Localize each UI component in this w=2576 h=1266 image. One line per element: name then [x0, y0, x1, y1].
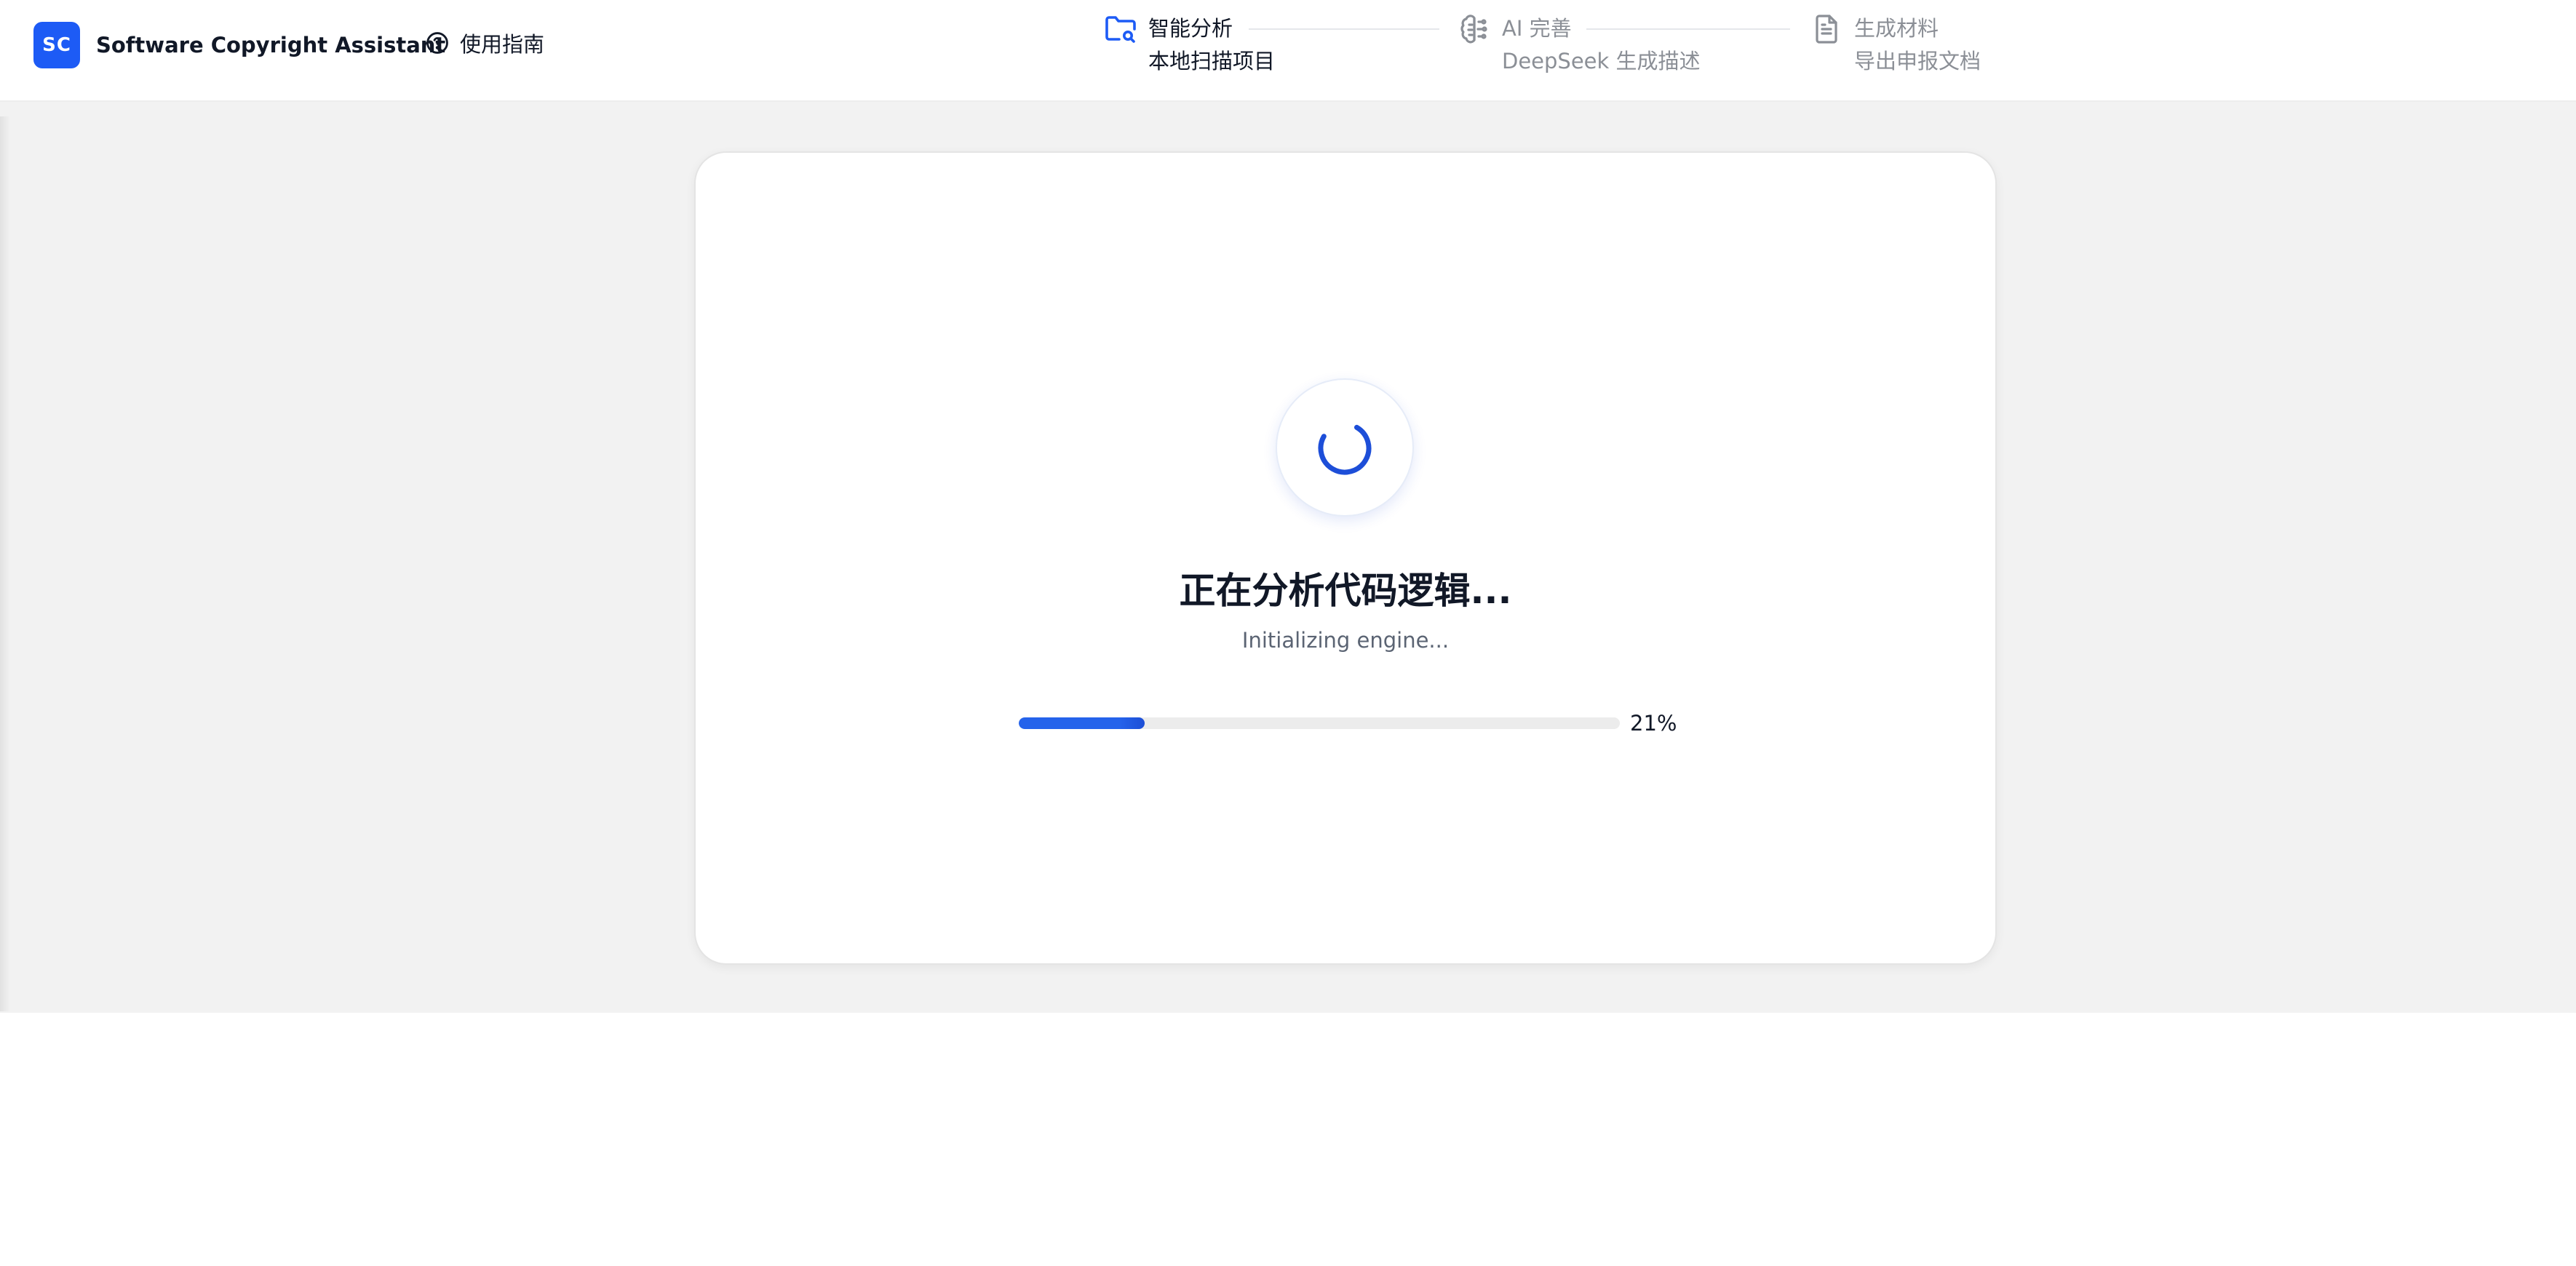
step-generate[interactable]: 生成材料 导出申报文档: [1809, 10, 1981, 74]
step-analysis[interactable]: 智能分析 本地扫描项目: [1103, 10, 1275, 74]
file-text-icon: [1816, 15, 1837, 44]
status-title: 正在分析代码逻辑...: [1179, 570, 1512, 612]
user-guide-button[interactable]: 使用指南: [425, 28, 544, 58]
status-subtitle: Initializing engine...: [1241, 628, 1450, 653]
side-panel-shadow: [0, 116, 10, 1011]
step-title: 生成材料: [1854, 16, 1939, 41]
folder-search-icon: [1105, 16, 1136, 43]
step-subtitle: DeepSeek 生成描述: [1502, 49, 1701, 73]
user-guide-label: 使用指南: [460, 32, 545, 57]
app-logo: SC: [33, 22, 80, 68]
analysis-card: [694, 151, 1997, 965]
step-connector: [1249, 28, 1439, 30]
progress-percent: 21%: [1630, 711, 1677, 736]
progress-fill: [1019, 717, 1145, 729]
app-name: Software Copyright Assistant: [96, 33, 446, 57]
top-header: SC Software Copyright Assistant 使用指南 智能分…: [0, 0, 2576, 102]
loading-spinner-icon: [1318, 421, 1372, 475]
brain-icon: [1460, 15, 1487, 44]
step-connector: [1586, 28, 1790, 30]
step-ai-refine[interactable]: AI 完善 DeepSeek 生成描述: [1457, 10, 1701, 74]
help-circle-icon: [426, 32, 448, 54]
step-subtitle: 本地扫描项目: [1148, 49, 1276, 73]
progress-bar: [1019, 717, 1620, 729]
step-subtitle: 导出申报文档: [1854, 49, 1981, 73]
brand[interactable]: SC Software Copyright Assistant: [33, 22, 445, 68]
